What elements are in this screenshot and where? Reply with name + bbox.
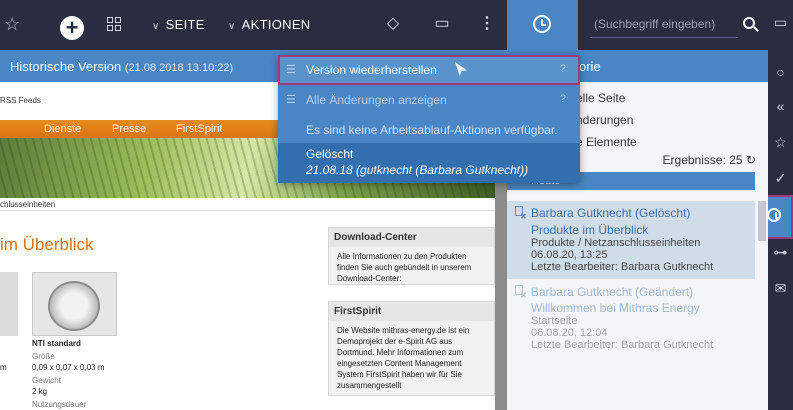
entry-path: Produkte / Netzanschlusseinheiten bbox=[531, 237, 701, 249]
seite-menu-label: SEITE bbox=[165, 17, 205, 32]
history-entry[interactable]: Barbara Gutknecht (Geändert) Willkommen … bbox=[507, 279, 755, 359]
box-title: Download-Center bbox=[329, 228, 494, 247]
mail-icon[interactable]: ✉ bbox=[768, 280, 793, 297]
box-text: Alle Informationen zu den Produkten find… bbox=[337, 252, 472, 283]
aktionen-menu-label: AKTIONEN bbox=[241, 17, 311, 32]
product-image[interactable] bbox=[32, 272, 117, 336]
entry-title: Willkommen bei Mithras Energy bbox=[531, 301, 700, 315]
search-icon[interactable]: ○ bbox=[768, 64, 793, 80]
structure-icon[interactable]: ⊶ bbox=[768, 244, 793, 261]
page-icon bbox=[513, 285, 527, 300]
help-icon[interactable]: ? bbox=[560, 63, 566, 75]
entry-date: 06.08.20, 12:04 bbox=[531, 327, 608, 339]
restore-version-menu-item[interactable]: ☰ Version wiederherstellen ? bbox=[278, 55, 580, 85]
history-filter-option[interactable]: e Elemente bbox=[576, 135, 637, 149]
search-area bbox=[578, 0, 768, 50]
spec-value: 0,09 x 0,07 x 0,03 m bbox=[32, 363, 105, 372]
product-name: NTI standard bbox=[32, 339, 81, 348]
history-actions-menu: ☰ Version wiederherstellen ? ☰ Alle Ände… bbox=[278, 55, 580, 183]
deleted-title: Gelöscht bbox=[306, 147, 354, 161]
box-title: FirstSpirit bbox=[329, 302, 494, 321]
comment-icon[interactable]: ▭ bbox=[768, 14, 793, 31]
divider bbox=[0, 210, 495, 211]
entry-editor: Letzte Bearbeiter: Barbara Gutknecht bbox=[531, 339, 714, 351]
more-icon[interactable]: ⋮ bbox=[477, 14, 497, 34]
check-icon[interactable]: ✓ bbox=[768, 170, 793, 187]
history-scrollbar[interactable] bbox=[755, 201, 768, 410]
product-image bbox=[0, 272, 18, 336]
nav-item-presse[interactable]: Presse bbox=[112, 123, 146, 135]
spec-label: Nutzungsdauer bbox=[32, 400, 87, 409]
entry-author: Barbara Gutknecht (Gelöscht) bbox=[531, 206, 691, 220]
deleted-page-icon bbox=[513, 206, 527, 221]
box-text: Die Website mithras-energy.de ist ein De… bbox=[337, 326, 470, 390]
page-heading: im Überblick bbox=[0, 235, 94, 254]
results-label: Ergebnisse: 25 bbox=[662, 153, 743, 167]
show-all-changes-menu-item[interactable]: ☰ Alle Änderungen anzeigen ? bbox=[278, 85, 580, 115]
grid-icon[interactable] bbox=[107, 17, 123, 33]
history-filter-option[interactable]: elle Seite bbox=[576, 91, 625, 105]
menu-item-label: Version wiederherstellen bbox=[306, 63, 437, 77]
top-toolbar: ☆ + ∨ SEITE ∨ AKTIONEN ◇ ▭ ⋮ bbox=[0, 0, 507, 50]
chevron-down-icon: ∨ bbox=[152, 21, 160, 32]
nav-item-dienste[interactable]: Dienste bbox=[44, 123, 81, 135]
rss-link[interactable]: RSS Feeds bbox=[0, 96, 41, 105]
preview-title: Historische Version bbox=[10, 59, 122, 74]
star-icon[interactable]: ☆ bbox=[4, 14, 24, 34]
spec-value: 2 kg bbox=[32, 387, 48, 396]
entry-date: 06.08.20, 13:25 bbox=[531, 249, 608, 261]
seite-menu[interactable]: ∨ SEITE bbox=[152, 17, 205, 32]
edit-icon[interactable]: ◇ bbox=[383, 14, 403, 34]
list-icon: ☰ bbox=[286, 64, 296, 76]
deleted-detail: 21.08.18 (gutknecht (Barbara Gutknecht)) bbox=[306, 163, 529, 177]
firstspirit-box: FirstSpirit Die Website mithras-energy.d… bbox=[328, 301, 495, 396]
history-toggle-button[interactable] bbox=[507, 0, 578, 50]
clock-icon bbox=[533, 15, 551, 33]
aktionen-menu[interactable]: ∨ AKTIONEN bbox=[228, 17, 310, 32]
nav-item-firstspirit[interactable]: FirstSpirit bbox=[176, 123, 222, 135]
spec-label: Größe bbox=[32, 352, 55, 361]
search-input[interactable] bbox=[590, 10, 738, 38]
scroll-thumb[interactable] bbox=[758, 201, 766, 241]
list-icon: ☰ bbox=[286, 94, 296, 106]
breadcrumb: chlusseinheiten bbox=[0, 200, 56, 209]
star-icon[interactable]: ☆ bbox=[768, 134, 793, 151]
clock-icon bbox=[767, 208, 781, 222]
history-entry[interactable]: Barbara Gutknecht (Gelöscht) Produkte im… bbox=[507, 201, 755, 279]
collapse-icon[interactable]: « bbox=[768, 98, 793, 114]
preview-date: (21.08.2018 13:10:22) bbox=[124, 62, 234, 74]
history-filter-option[interactable]: nderungen bbox=[576, 113, 633, 127]
meter-icon bbox=[48, 281, 100, 331]
entry-author: Barbara Gutknecht (Geändert) bbox=[531, 285, 694, 299]
spec-unit: m bbox=[0, 363, 7, 372]
add-button[interactable]: + bbox=[60, 16, 84, 40]
help-icon[interactable]: ? bbox=[560, 93, 566, 105]
entry-path: Startseite bbox=[531, 315, 578, 327]
entry-title: Produkte im Überblick bbox=[531, 223, 649, 237]
spec-label: Gewicht bbox=[32, 376, 61, 385]
chevron-down-icon: ∨ bbox=[228, 21, 236, 32]
download-center-box: Download-Center Alle Informationen zu de… bbox=[328, 227, 495, 285]
refresh-icon[interactable]: ↻ bbox=[746, 153, 756, 167]
entry-editor: Letzte Bearbeiter: Barbara Gutknecht bbox=[531, 261, 714, 273]
preview-icon[interactable]: ▭ bbox=[432, 14, 452, 34]
deleted-info: Gelöscht 21.08.18 (gutknecht (Barbara Gu… bbox=[278, 143, 580, 183]
no-workflow-note: Es sind keine Arbeitsablauf-Aktionen ver… bbox=[306, 123, 558, 137]
search-icon[interactable] bbox=[743, 17, 755, 29]
results-count: Ergebnisse: 25 ↻ bbox=[663, 153, 756, 167]
menu-item-label: Alle Änderungen anzeigen bbox=[306, 93, 447, 107]
